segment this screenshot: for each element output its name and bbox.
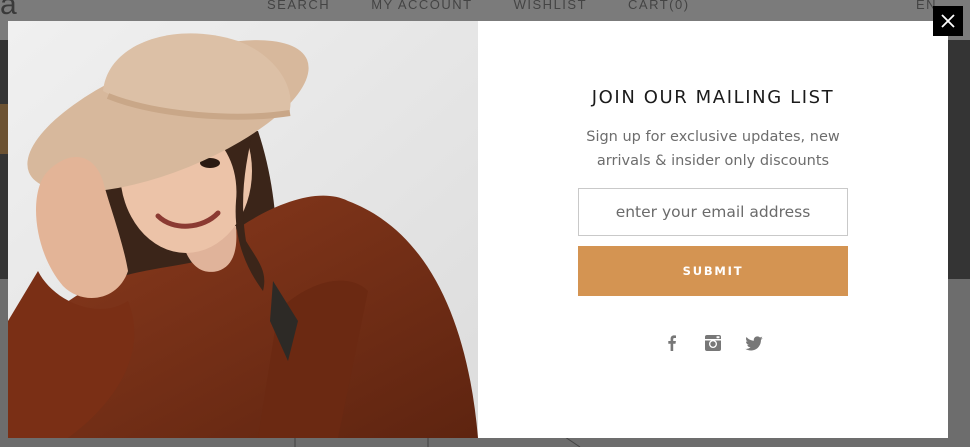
submit-button[interactable]: SUBMIT <box>578 246 848 296</box>
twitter-icon[interactable] <box>744 333 764 353</box>
nav-cart: CART(0) <box>628 0 690 12</box>
popup-form-panel: JOIN OUR MAILING LIST Sign up for exclus… <box>478 21 948 438</box>
nav-my-account: MY ACCOUNT <box>371 0 473 12</box>
close-icon <box>941 14 955 28</box>
instagram-icon[interactable] <box>703 333 723 353</box>
email-input[interactable] <box>578 188 848 236</box>
newsletter-popup: JOIN OUR MAILING LIST Sign up for exclus… <box>8 21 948 438</box>
popup-title: JOIN OUR MAILING LIST <box>591 87 835 108</box>
background-logo: a <box>0 0 17 21</box>
nav-wishlist: WISHLIST <box>513 0 588 12</box>
background-nav: SEARCH MY ACCOUNT WISHLIST CART(0) <box>267 0 690 12</box>
nav-search: SEARCH <box>267 0 331 12</box>
close-button[interactable] <box>933 6 963 36</box>
popup-subtitle: Sign up for exclusive updates, new arriv… <box>586 129 840 169</box>
facebook-icon[interactable] <box>662 333 682 353</box>
model-photo <box>8 21 478 438</box>
social-links <box>478 333 948 353</box>
